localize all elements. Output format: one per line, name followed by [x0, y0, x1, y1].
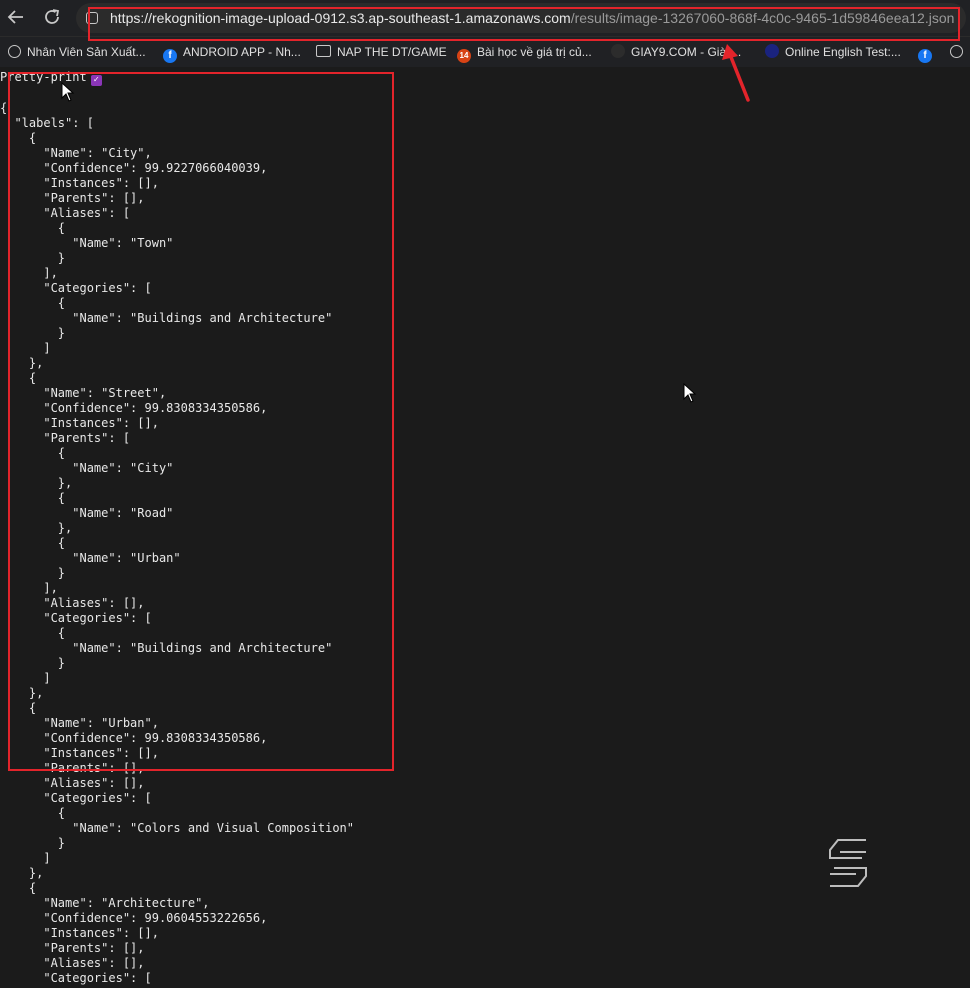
bookmark-label: NAP THE DT/GAME: [337, 45, 447, 59]
json-line: "Aliases": [],: [0, 776, 145, 790]
bookmark-label: Online English Test:...: [785, 45, 901, 59]
facebook-icon: f: [918, 49, 932, 63]
json-line: {: [0, 101, 8, 115]
json-line: "Categories": [: [0, 971, 152, 985]
arrow-left-icon: [7, 10, 23, 24]
bookmark-item[interactable]: NAP THE DT/GAME: [316, 44, 447, 60]
json-line: "Instances": [],: [0, 926, 159, 940]
annotation-json-highlight: [8, 72, 394, 771]
facebook-icon: f: [163, 49, 177, 63]
bookmark-item[interactable]: Nhân Viên Sản Xuất...: [8, 44, 146, 60]
badge-14-icon: 14: [457, 49, 471, 63]
globe-icon: [950, 45, 963, 58]
globe-icon: [8, 45, 21, 58]
bookmarks-bar: Nhân Viên Sản Xuất... f ANDROID APP - Nh.…: [0, 37, 970, 67]
json-line: {: [0, 881, 37, 895]
json-line: ]: [0, 851, 51, 865]
json-line: "Aliases": [],: [0, 956, 145, 970]
bookmark-item[interactable]: f: [918, 44, 938, 63]
mouse-cursor-icon: [61, 82, 75, 102]
mouse-cursor-icon: [683, 383, 697, 403]
globe-icon: [765, 44, 779, 58]
reload-button[interactable]: [41, 6, 63, 28]
bookmark-label: ANDROID APP - Nh...: [183, 45, 301, 59]
folder-icon: [316, 45, 331, 57]
json-line: "Parents": [],: [0, 941, 145, 955]
bookmark-item[interactable]: 14 Bài học về giá trị củ...: [457, 44, 592, 63]
bookmark-label: Bài học về giá trị củ...: [477, 45, 592, 59]
giay9-icon: [611, 44, 625, 58]
back-button[interactable]: [5, 6, 27, 28]
reload-icon: [45, 9, 60, 24]
bookmark-item[interactable]: Online English Test:...: [765, 44, 901, 60]
json-line: "Name": "Colors and Visual Composition": [0, 821, 355, 835]
json-line: }: [0, 836, 66, 850]
json-line: "Name": "Architecture",: [0, 896, 210, 910]
json-line: {: [0, 806, 66, 820]
json-line: "Categories": [: [0, 791, 152, 805]
bookmark-label: Nhân Viên Sản Xuất...: [27, 45, 146, 59]
json-line: "Confidence": 99.0604553222656,: [0, 911, 268, 925]
annotation-url-highlight: [88, 7, 960, 41]
bookmark-item[interactable]: [950, 44, 969, 60]
json-line: },: [0, 866, 44, 880]
watermark-s-logo-icon: [829, 839, 867, 887]
annotation-arrow-icon: [722, 44, 750, 102]
bookmark-item[interactable]: f ANDROID APP - Nh...: [163, 44, 301, 63]
